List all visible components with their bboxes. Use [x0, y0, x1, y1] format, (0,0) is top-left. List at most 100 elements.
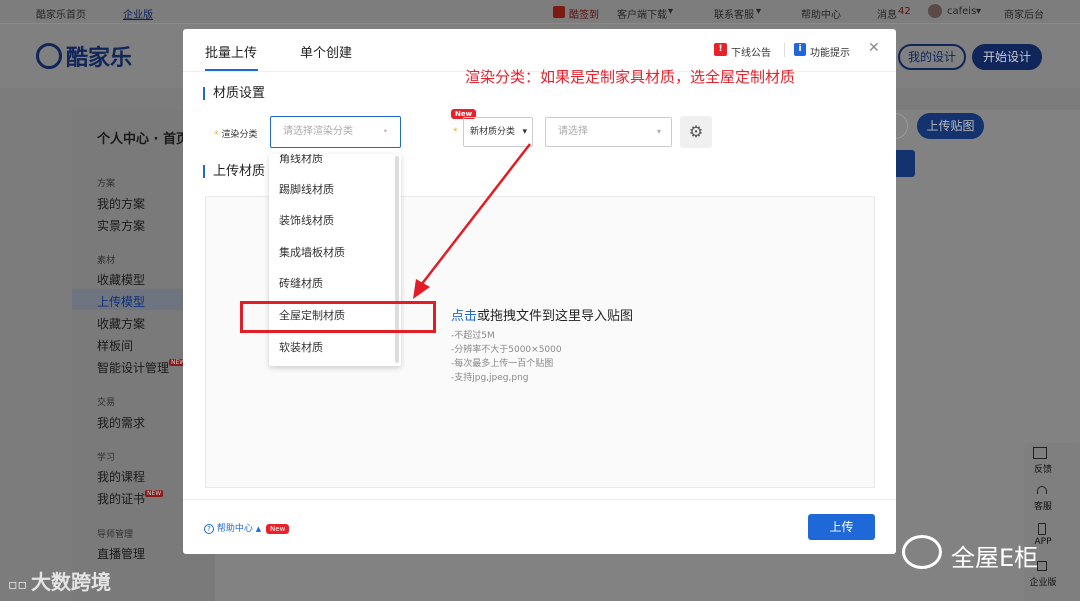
sidebar-group-label: 交易 — [97, 398, 116, 408]
info-icon: i — [794, 43, 806, 56]
new-category-asterisk: * — [453, 127, 458, 137]
headset-icon — [1037, 486, 1047, 494]
chevron-down-icon: ▾ — [668, 6, 674, 17]
avatar[interactable] — [928, 4, 942, 18]
merchant-link[interactable]: 商家后台 — [1004, 6, 1044, 21]
dropdown-option[interactable]: 砖缝材质 — [279, 275, 323, 291]
upload-texture-button[interactable]: 上传贴图 — [917, 113, 984, 139]
sidebar-group-label: 方案 — [97, 179, 116, 189]
messages-link[interactable]: 消息 — [877, 6, 897, 21]
wechat-icon — [902, 535, 942, 569]
offline-notice-link[interactable]: 下线公告 — [731, 44, 771, 59]
dropdown-option[interactable]: 踢脚线材质 — [279, 181, 334, 197]
render-category-placeholder: 请选择渲染分类 — [283, 126, 353, 137]
username[interactable]: cafeis — [947, 6, 976, 17]
chevron-down-icon: ▾ — [756, 6, 762, 17]
edition-link[interactable]: 企业版 — [123, 6, 153, 21]
dropdown-option[interactable]: 装饰线材质 — [279, 212, 334, 228]
sidebar-item-fav-models[interactable]: 收藏模型 — [97, 271, 145, 288]
top-bar: 酷家乐首页 企业版 酷签到 客户端下载 ▾ 联系客服 ▾ 帮助中心 消息 42 … — [0, 0, 1080, 24]
hint-format: -支持jpg,jpeg,png — [451, 373, 529, 383]
sidebar-item-my-needs[interactable]: 我的需求 — [97, 414, 145, 431]
dropdown-option[interactable]: 软装材质 — [279, 339, 323, 355]
enterprise-icon — [1037, 561, 1047, 571]
upload-instruction: 点击或拖拽文件到这里导入贴图 — [451, 305, 633, 324]
upload-text: 或拖拽文件到这里导入贴图 — [477, 309, 634, 324]
start-design-button[interactable]: 开始设计 — [972, 44, 1042, 70]
tab-batch-upload[interactable]: 批量上传 — [205, 42, 257, 61]
site-logo[interactable]: 酷家乐 — [36, 40, 132, 72]
chevron-down-icon: ▾ — [976, 6, 982, 17]
contact-link[interactable]: 联系客服 — [714, 6, 754, 21]
dropdown-option[interactable]: 角线材质 — [279, 154, 323, 166]
messages-count: 42 — [898, 6, 911, 17]
dropdown-option[interactable]: 集成墙板材质 — [279, 244, 345, 260]
hint-resolution: -分辨率不大于5000×5000 — [451, 345, 562, 355]
sidebar-item-real-plans[interactable]: 实景方案 — [97, 217, 145, 234]
sidebar-item-my-courses[interactable]: 我的课程 — [97, 468, 145, 485]
client-download-link[interactable]: 客户端下载 — [617, 6, 667, 21]
render-category-label-text: 渲染分类 — [221, 130, 258, 140]
help-center-text: 帮助中心 — [216, 524, 253, 534]
sidebar-item-my-plans[interactable]: 我的方案 — [97, 195, 145, 212]
sidebar-group-label: 素材 — [97, 256, 116, 266]
alert-icon: ! — [714, 43, 727, 56]
sidebar-item-live[interactable]: 直播管理 — [97, 545, 145, 562]
highlight-box — [240, 301, 436, 333]
phone-icon — [1038, 523, 1046, 535]
my-design-button[interactable]: 我的设计 — [898, 44, 966, 70]
sidebar-item-my-certs[interactable]: 我的证书 NEW — [97, 490, 164, 507]
section-title-material: 材质设置 — [203, 87, 265, 100]
watermark-left: ▫▫ 大数跨境 — [8, 566, 111, 595]
sidebar-item-label: 我的证书 — [97, 492, 146, 506]
sidebar-item-fav-plans[interactable]: 收藏方案 — [97, 315, 145, 332]
footer-divider — [183, 499, 896, 500]
render-category-label: * 渲染分类 — [214, 130, 258, 140]
settings-gear-icon[interactable]: ⚙ — [680, 116, 712, 148]
main-blue-button[interactable] — [896, 150, 915, 177]
home-link[interactable]: 酷家乐首页 — [36, 6, 86, 21]
caret-down-icon: ▾ — [656, 127, 661, 136]
question-icon: ? — [204, 524, 214, 534]
material-category-placeholder: 请选择 — [558, 126, 588, 137]
new-badge: NEW — [145, 490, 164, 497]
help-link[interactable]: 帮助中心 — [801, 6, 841, 21]
material-category-select[interactable]: 请选择 ▾ — [545, 117, 672, 147]
sidebar-group-label: 导师管理 — [97, 530, 134, 540]
enterprise-button[interactable]: 企业版 — [1024, 575, 1062, 588]
watermark-right: 全屋E柜 — [951, 544, 1039, 572]
logo-icon — [36, 43, 62, 69]
sidebar-item-upload-models[interactable]: 上传模型 — [97, 293, 145, 310]
right-toolbar: 反馈 客服 APP 企业版 — [1024, 443, 1080, 601]
new-badge: New — [266, 524, 290, 534]
annotation-text: 渲染分类：如果是定制家具材质，选全屋定制材质 — [465, 68, 796, 86]
help-center-link[interactable]: ? 帮助中心 ▲ New — [204, 521, 290, 534]
sidebar-item-smart-design[interactable]: 智能设计管理 NEW — [97, 359, 188, 376]
sidebar-item-showroom[interactable]: 样板间 — [97, 337, 133, 354]
hint-count: -每次最多上传一百个贴图 — [451, 359, 554, 369]
upload-click-link[interactable]: 点击 — [451, 309, 477, 324]
checkin-link[interactable]: 酷签到 — [569, 6, 599, 21]
section-title-upload: 上传材质 — [203, 165, 265, 178]
service-button[interactable]: 客服 — [1024, 499, 1062, 512]
close-icon[interactable]: ✕ — [868, 40, 880, 56]
new-category-label: 新材质分类 — [470, 127, 516, 137]
render-category-dropdown: 角线材质 踢脚线材质 装饰线材质 集成墙板材质 砖缝材质 全屋定制材质 软装材质 — [269, 154, 401, 366]
dot-icon: • — [382, 127, 388, 137]
sidebar-item-label: 智能设计管理 — [97, 361, 170, 375]
sidebar-title: 个人中心 · 首页 — [97, 132, 189, 147]
tab-single-create[interactable]: 单个创建 — [300, 42, 352, 61]
upload-button[interactable]: 上传 — [808, 514, 875, 540]
watermark-left-text: 大数跨境 — [30, 570, 111, 594]
hint-size: -不超过5M — [451, 331, 495, 341]
caret-up-icon: ▲ — [255, 525, 262, 533]
divider — [784, 43, 785, 57]
render-category-select[interactable]: 请选择渲染分类 • — [270, 116, 401, 148]
logo-text: 酷家乐 — [66, 46, 133, 71]
feedback-button[interactable]: 反馈 — [1024, 462, 1062, 475]
feature-tips-link[interactable]: 功能提示 — [810, 44, 850, 59]
sidebar-group-label: 学习 — [97, 453, 116, 463]
checkin-icon — [553, 6, 565, 18]
watermark-logo: ▫▫ — [8, 577, 27, 593]
feedback-icon — [1033, 447, 1047, 459]
